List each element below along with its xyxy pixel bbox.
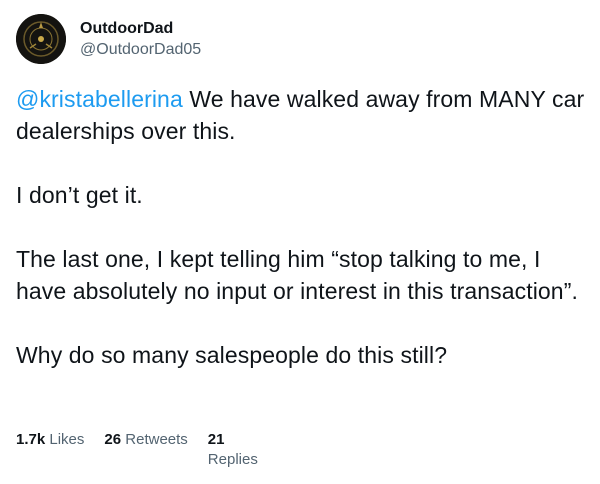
retweets-count: 26 bbox=[104, 431, 122, 448]
tweet-paragraph-1: @kristabellerina We have walked away fro… bbox=[16, 83, 586, 147]
author-display-name[interactable]: OutdoorDad bbox=[80, 19, 201, 39]
likes-label: Likes bbox=[49, 431, 85, 448]
avatar-emblem-icon bbox=[16, 14, 66, 64]
author-handle[interactable]: @OutdoorDad05 bbox=[80, 40, 201, 60]
mention-link[interactable]: @kristabellerina bbox=[16, 86, 183, 112]
retweets-stat[interactable]: 26 Retweets bbox=[104, 430, 187, 470]
likes-stat[interactable]: 1.7k Likes bbox=[16, 430, 84, 470]
tweet-paragraph-2: I don’t get it. bbox=[16, 182, 143, 208]
tweet-paragraph-3: The last one, I kept telling him “stop t… bbox=[16, 246, 578, 304]
author-names: OutdoorDad @OutdoorDad05 bbox=[80, 19, 201, 60]
tweet-text: @kristabellerina We have walked away fro… bbox=[16, 83, 586, 371]
likes-count: 1.7k bbox=[16, 431, 46, 448]
replies-count: 21 bbox=[207, 431, 225, 448]
tweet-paragraph-4: Why do so many salespeople do this still… bbox=[16, 342, 448, 368]
replies-label: Replies bbox=[207, 451, 258, 468]
retweets-label: Retweets bbox=[125, 431, 188, 448]
tweet-header: OutdoorDad @OutdoorDad05 bbox=[16, 14, 201, 64]
replies-stat[interactable]: 21 Replies bbox=[208, 430, 268, 470]
profile-avatar[interactable] bbox=[16, 14, 66, 64]
tweet-stats: 1.7k Likes 26 Retweets 21 Replies bbox=[16, 430, 288, 470]
